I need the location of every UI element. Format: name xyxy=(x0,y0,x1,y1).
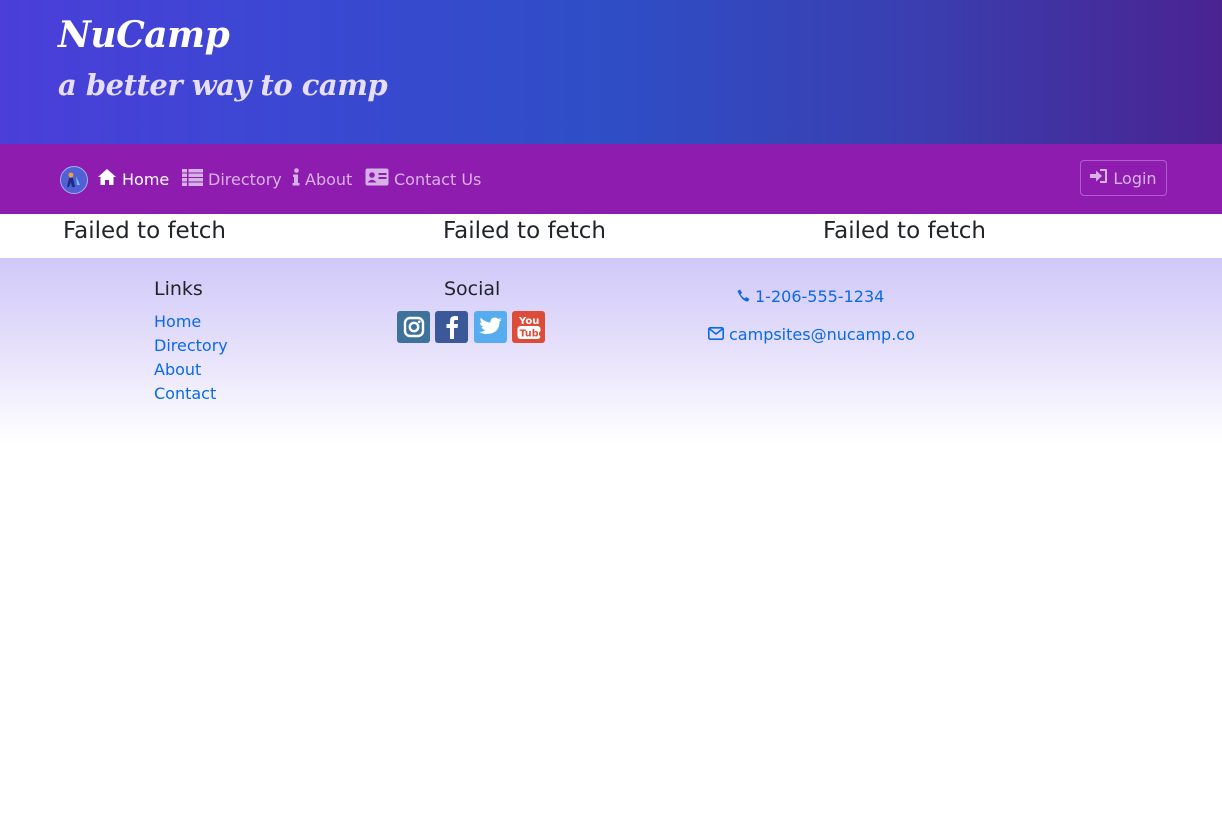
social-heading: Social xyxy=(444,278,501,300)
email-contact[interactable]: campsites@nucamp.co xyxy=(708,325,915,344)
footer-link-directory[interactable]: Directory xyxy=(154,336,228,355)
home-icon xyxy=(97,168,117,190)
nav-directory[interactable]: Directory xyxy=(182,168,282,190)
error-message-2: Failed to fetch xyxy=(443,218,606,244)
phone-icon xyxy=(737,287,750,306)
info-icon xyxy=(292,168,300,190)
links-heading: Links xyxy=(154,278,203,300)
login-label: Login xyxy=(1113,168,1157,188)
nav-contact-us-label: Contact Us xyxy=(394,169,482,189)
sign-in-icon xyxy=(1090,168,1108,188)
twitter-icon[interactable] xyxy=(474,311,507,343)
svg-text:You: You xyxy=(518,316,539,327)
footer-link-about[interactable]: About xyxy=(154,360,201,379)
error-message-1: Failed to fetch xyxy=(63,218,226,244)
nav-contact-us[interactable]: Contact Us xyxy=(365,168,481,190)
nav-directory-label: Directory xyxy=(208,169,282,189)
brand-tagline: a better way to camp xyxy=(58,68,388,102)
login-button[interactable]: Login xyxy=(1080,160,1167,196)
facebook-icon[interactable] xyxy=(435,311,468,343)
phone-contact[interactable]: 1-206-555-1234 xyxy=(737,287,884,306)
nav-about-label: About xyxy=(305,169,353,189)
instagram-icon[interactable] xyxy=(397,311,430,343)
nav-home[interactable]: Home xyxy=(97,168,169,190)
logo-icon[interactable] xyxy=(60,166,88,194)
footer-link-contact[interactable]: Contact xyxy=(154,384,216,403)
youtube-icon[interactable]: You Tube xyxy=(512,311,545,343)
phone-number: 1-206-555-1234 xyxy=(755,287,885,306)
error-message-3: Failed to fetch xyxy=(823,218,986,244)
brand-title: NuCamp xyxy=(58,14,230,56)
svg-text:Tube: Tube xyxy=(519,329,542,340)
email-address: campsites@nucamp.co xyxy=(729,325,915,344)
list-icon xyxy=(182,168,203,190)
nav-about[interactable]: About xyxy=(292,168,352,190)
nav-home-label: Home xyxy=(122,169,170,189)
envelope-icon xyxy=(708,325,724,344)
address-card-icon xyxy=(365,168,389,190)
footer-link-home[interactable]: Home xyxy=(154,312,201,331)
